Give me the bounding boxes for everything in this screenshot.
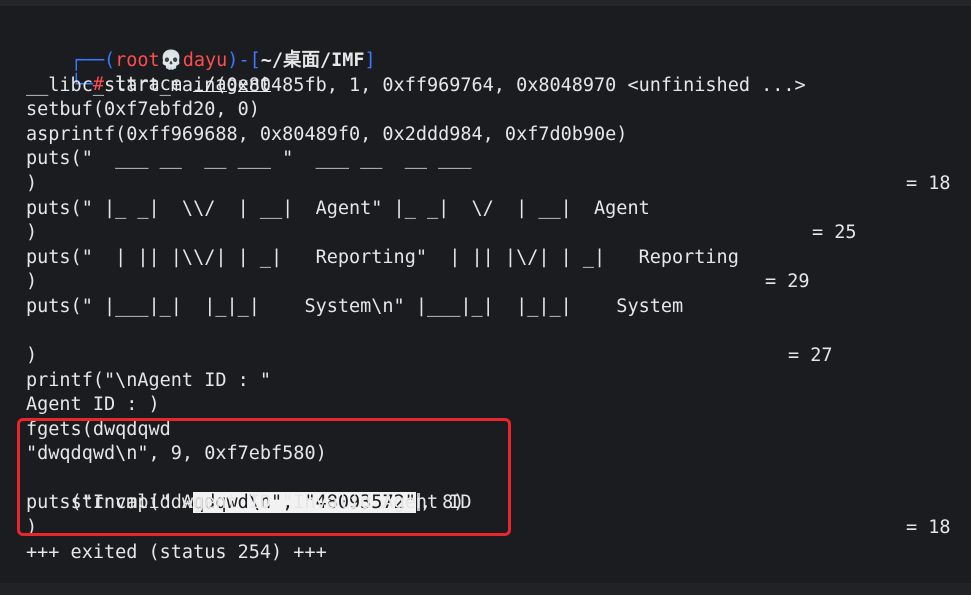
output-line: +++ exited (status 254) +++ xyxy=(26,542,327,563)
prompt-header: ┌──(root💀dayu)-[~/桌面/IMF] xyxy=(26,25,376,71)
output-line: puts(" |_ _| \\/ | __| Agent" |_ _| \/ |… xyxy=(26,198,650,219)
output-line: ) xyxy=(26,222,38,243)
output-line: puts(" ___ __ __ ___ " ___ __ __ ___ xyxy=(26,148,472,169)
return-value: = 25 xyxy=(812,222,857,243)
highlight-box xyxy=(17,418,511,536)
return-value: = 18 xyxy=(906,173,951,194)
output-line: ) xyxy=(26,173,38,194)
return-value: = 18 xyxy=(906,517,951,538)
output-line: printf("\nAgent ID : " xyxy=(26,370,272,391)
output-line: Agent ID : ) xyxy=(26,394,160,415)
output-line: ) xyxy=(26,345,38,366)
output-line: setbuf(0xf7ebfd20, 0) xyxy=(26,99,260,120)
return-value: = 29 xyxy=(765,271,810,292)
prompt-bracket-close: ] xyxy=(364,50,376,71)
terminal-window[interactable]: ┌──(root💀dayu)-[~/桌面/IMF] └─# ltrace ./a… xyxy=(0,0,971,595)
prompt-path: ~/桌面/IMF xyxy=(260,50,365,71)
output-line: __libc_start_main(0x80485fb, 1, 0xff9697… xyxy=(26,75,806,96)
output-line: ) xyxy=(26,271,38,292)
terminal-top-edge xyxy=(0,0,971,6)
output-line: puts(" |___|_| |_|_| System\n" |___|_| |… xyxy=(26,296,684,317)
return-value: = 27 xyxy=(788,345,833,366)
output-line: asprintf(0xff969688, 0x80489f0, 0x2ddd98… xyxy=(26,124,628,145)
terminal-bottom-edge xyxy=(0,583,971,595)
output-line: puts(" | || |\\/| | _| Reporting" | || |… xyxy=(26,247,739,268)
prompt-command-line[interactable]: └─# ltrace ./agent xyxy=(26,49,272,95)
